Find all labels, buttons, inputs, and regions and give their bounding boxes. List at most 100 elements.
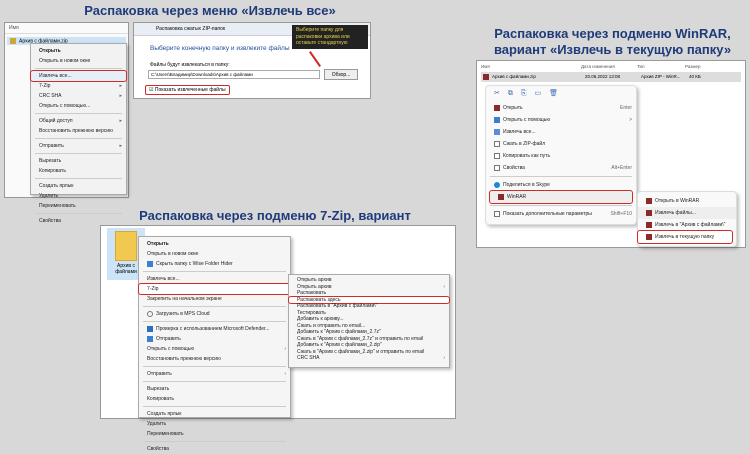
file-row[interactable]: Архив с файлами.zip 20.06.2022 13:08 Архив…	[481, 72, 741, 82]
label: Извлечь все...	[503, 129, 536, 135]
menu-properties[interactable]: Свойства	[139, 444, 290, 454]
cloud-icon	[147, 310, 153, 317]
menu-7zip[interactable]: 7-Zip ▸	[31, 81, 126, 91]
share-icon	[147, 335, 153, 342]
menu-properties[interactable]: Свойства Alt+Enter	[486, 162, 636, 174]
menu-extract-all[interactable]: Извлечь все...	[139, 274, 290, 284]
menu-extract-all[interactable]: Извлечь все...	[30, 70, 127, 82]
quick-actions[interactable]: ✂⧉⎘▭🗑	[486, 86, 636, 102]
skype-icon	[494, 181, 500, 188]
menu-skype[interactable]: Поделиться в Skype	[486, 179, 636, 191]
arrow-icon	[309, 51, 321, 67]
menu-delete[interactable]: Удалить	[31, 191, 126, 201]
menu-send-to[interactable]: Отправить ▸	[31, 141, 126, 151]
menu-open-new-window[interactable]: Открыть в новом окне	[139, 249, 290, 259]
title-extract-all: Распаковка через меню «Извлечь все»	[84, 3, 336, 18]
label: 7-Zip	[39, 83, 51, 89]
file-date: 20.06.2022 13:08	[585, 74, 621, 79]
menu-wise-hider[interactable]: Скрыть папку с Wise Folder Hider	[139, 259, 290, 269]
app-icon	[494, 116, 500, 123]
menu-restore[interactable]: Восстановить прежнюю версию	[31, 126, 126, 136]
menu-rename[interactable]: Переименовать	[31, 201, 126, 211]
menu-rename[interactable]: Переименовать	[139, 429, 290, 439]
menu-7zip[interactable]: 7-Zip›	[138, 283, 302, 295]
menu-defender[interactable]: Проверка с использованием Microsoft Defe…	[139, 324, 290, 334]
explorer-panel-d: Архив с файлами Открыть Открыть в новом …	[100, 225, 456, 452]
zip-folder-icon	[115, 231, 137, 261]
menu-more-options[interactable]: Показать дополнительные параметры Shift+F…	[486, 208, 636, 220]
menu-extract-all[interactable]: Извлечь все...	[486, 126, 636, 138]
title-winrar: Распаковка через подменю WinRAR, вариант…	[493, 26, 732, 57]
menu-copy[interactable]: Копировать	[31, 166, 126, 176]
properties-icon	[494, 164, 500, 171]
extract-dialog: Распаковка сжатых ZIP-папок Выберите кон…	[133, 22, 371, 99]
menu-open-with[interactable]: Открыть с помощью ›	[139, 344, 290, 354]
7zip-submenu: Открыть архив Открыть архив › Распаковать…	[288, 274, 450, 368]
menu-cut[interactable]: Вырезать	[139, 384, 290, 394]
label: Отправить	[147, 371, 172, 377]
menu-open-new-window[interactable]: Открыть в новом окне	[31, 56, 126, 66]
checkbox-label: Показать извлеченные файлы	[154, 87, 226, 93]
zip-icon	[494, 140, 500, 147]
menu-copy[interactable]: Копировать	[139, 394, 290, 404]
menu-cut[interactable]: Вырезать	[31, 156, 126, 166]
label: Извлечь в "Архив с файлами\"	[655, 222, 726, 228]
label: Скрыть папку с Wise Folder Hider	[156, 261, 233, 267]
submenu-open-winrar[interactable]: Открыть в WinRAR	[638, 195, 736, 207]
hint: Shift+F10	[610, 211, 632, 217]
menu-open[interactable]: Открыть Enter	[486, 102, 636, 114]
submenu-extract[interactable]: Распаковать	[289, 290, 449, 297]
file-name: Архив с файлами.zip	[492, 74, 536, 80]
col-date[interactable]: Дата изменения	[581, 64, 637, 69]
winrar-icon	[483, 74, 489, 80]
menu-shortcut[interactable]: Создать ярлык	[139, 409, 290, 419]
winrar-icon	[646, 197, 652, 204]
hint: Alt+Enter	[611, 165, 632, 171]
submenu-crc-sha[interactable]: CRC SHA ›	[289, 355, 449, 362]
menu-open-with[interactable]: Открыть с помощью...	[31, 101, 126, 111]
win11-context-menu: ✂⧉⎘▭🗑 Открыть Enter Открыть с помощью > Из…	[485, 85, 644, 225]
winrar-icon	[646, 221, 652, 228]
column-name: Имя	[5, 23, 128, 34]
label: Открыть архив	[297, 283, 332, 290]
menu-send-to[interactable]: Отправить ›	[139, 369, 290, 379]
label: Открыть	[503, 105, 523, 111]
dest-path-input[interactable]: C:\Users\Владимир\Downloads\Архив с файл…	[148, 70, 320, 79]
menu-shortcut[interactable]: Создать ярлык	[31, 181, 126, 191]
menu-open[interactable]: Открыть	[139, 239, 290, 249]
tooltip: Выберите папку для распаковки архива или…	[292, 25, 368, 49]
dest-label: Файлы будут извлекаться в папку:	[150, 62, 230, 68]
col-size[interactable]: Размер	[685, 64, 700, 69]
menu-compress-zip[interactable]: Сжать в ZIP-файл	[486, 138, 636, 150]
menu-copy-path[interactable]: Копировать как путь	[486, 150, 636, 162]
context-menu: Открыть Открыть в новом окне Извлечь все…	[30, 43, 127, 224]
label: Свойства	[503, 165, 525, 171]
label: CRC SHA	[39, 93, 62, 99]
browse-button[interactable]: Обзор...	[324, 69, 358, 80]
column-headers: Имя Дата изменения Тип Размер	[477, 61, 745, 72]
menu-open[interactable]: Открыть	[31, 46, 126, 56]
label: Показать дополнительные параметры	[503, 211, 592, 217]
col-name[interactable]: Имя	[481, 64, 581, 69]
show-files-checkbox[interactable]: ☑ Показать извлеченные файлы	[145, 85, 230, 95]
defender-icon	[147, 325, 153, 332]
file-size: 40 КБ	[689, 74, 701, 79]
menu-share[interactable]: Отправить	[139, 334, 290, 344]
menu-crc-sha[interactable]: CRC SHA ▸	[31, 91, 126, 101]
explorer-panel-a: Имя Архив с файлами.zip Открыть Открыть …	[4, 22, 129, 224]
col-type[interactable]: Тип	[637, 64, 685, 69]
menu-share[interactable]: Общий доступ ▸	[31, 116, 126, 126]
path-icon	[494, 152, 500, 159]
menu-pin-start[interactable]: Закрепить на начальном экране	[139, 294, 290, 304]
menu-open-with[interactable]: Открыть с помощью >	[486, 114, 636, 126]
label: Копировать как путь	[503, 153, 551, 159]
submenu-extract-to-folder[interactable]: Извлечь в "Архив с файлами\"	[638, 219, 736, 231]
dialog-heading: Выберите конечную папку и извлеките файл…	[150, 45, 290, 52]
submenu-extract-files[interactable]: Извлечь файлы...	[638, 207, 736, 219]
winrar-icon	[646, 209, 652, 216]
menu-mps-cloud[interactable]: Загрузить в MPS Cloud	[139, 309, 290, 319]
menu-winrar[interactable]: WinRAR>	[489, 190, 644, 204]
submenu-extract-here[interactable]: Извлечь в текущую папку	[637, 230, 733, 244]
menu-restore[interactable]: Восстановить прежнюю версию	[139, 354, 290, 364]
zip-icon	[10, 38, 16, 44]
